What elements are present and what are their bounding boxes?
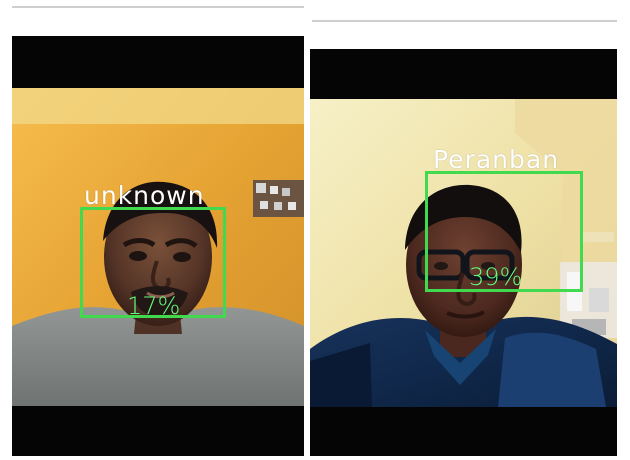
right-person-label: Peranban	[433, 145, 560, 174]
right-bottom-black-bar	[310, 407, 617, 456]
left-bottom-black-bar	[12, 406, 304, 456]
right-confidence-score: 39%	[469, 263, 523, 291]
left-top-black-bar	[12, 36, 304, 88]
right-top-divider	[312, 20, 617, 22]
left-top-divider	[12, 6, 304, 8]
right-camera-panel: Peranban 39%	[310, 49, 617, 456]
left-person-label: unknown	[84, 181, 205, 210]
left-camera-panel: unknown 17%	[12, 36, 304, 456]
face-recognition-screenshot: unknown 17% Peranban 39%	[0, 0, 630, 460]
left-confidence-score: 17%	[127, 292, 181, 320]
right-top-black-bar	[310, 49, 617, 99]
ceiling-light	[12, 88, 304, 124]
